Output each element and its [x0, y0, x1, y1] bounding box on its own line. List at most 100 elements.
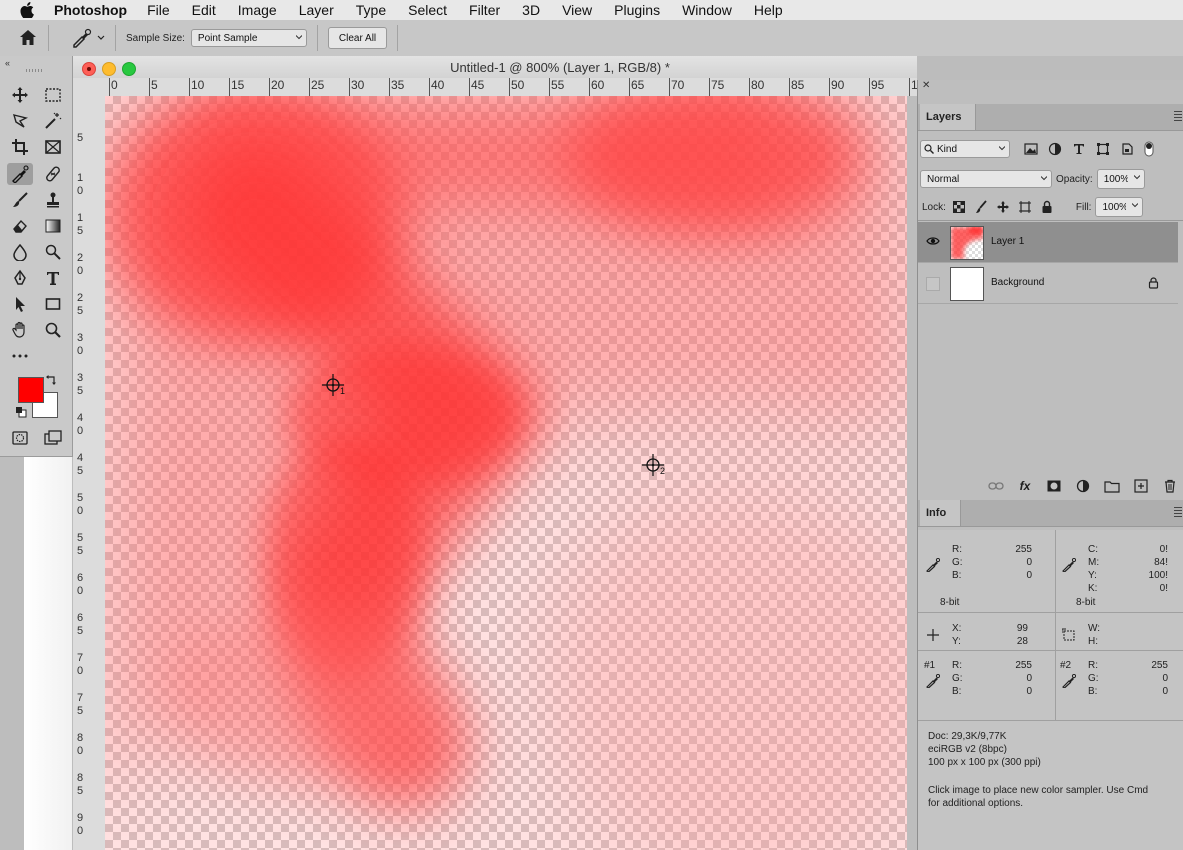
new-group-icon[interactable]	[1104, 478, 1120, 494]
menu-help[interactable]: Help	[754, 2, 783, 18]
sample-size-dropdown[interactable]: Point Sample	[190, 29, 307, 47]
swap-colors-icon[interactable]	[46, 374, 58, 386]
filter-pixel-icon[interactable]	[1024, 142, 1038, 156]
s2-g-value: 0	[1162, 673, 1168, 684]
layer-row-background[interactable]: Background	[918, 263, 1178, 304]
ruler-tick-label: 15	[75, 212, 85, 238]
panel-grip[interactable]	[26, 69, 44, 72]
layer-filter-dropdown[interactable]: Kind	[920, 140, 1010, 158]
eye-icon[interactable]	[926, 235, 940, 247]
rectangle-tool-icon[interactable]	[40, 293, 66, 315]
ruler-origin[interactable]	[73, 78, 106, 97]
lock-artboard-icon[interactable]	[1018, 200, 1032, 214]
opacity-label: Opacity:	[1056, 173, 1093, 185]
filter-shape-icon[interactable]	[1096, 142, 1110, 156]
filter-adjustment-icon[interactable]	[1048, 142, 1062, 156]
layer-1-name[interactable]: Layer 1	[991, 236, 1024, 247]
menu-photoshop[interactable]: Photoshop	[54, 2, 127, 18]
background-layer-name[interactable]: Background	[991, 277, 1044, 288]
blend-mode-dropdown[interactable]: Normal	[920, 170, 1052, 188]
foreground-color-swatch[interactable]	[18, 377, 44, 403]
panel-menu-icon[interactable]	[1174, 111, 1182, 121]
magic-wand-tool-icon[interactable]	[40, 110, 66, 132]
lock-position-icon[interactable]	[996, 200, 1010, 214]
dodge-tool-icon[interactable]	[40, 241, 66, 263]
filter-toggle-icon[interactable]	[1144, 141, 1154, 157]
collapse-panel-icon[interactable]: «	[5, 58, 10, 68]
menu-3d[interactable]: 3D	[522, 2, 540, 18]
ruler-tick-label: 45	[75, 452, 85, 478]
opacity-field[interactable]	[1096, 169, 1145, 189]
info-w-label: W:	[1088, 623, 1101, 634]
color-sampler-tool-icon[interactable]	[7, 163, 33, 185]
marquee-tool-icon[interactable]	[40, 84, 66, 106]
layer-mask-icon[interactable]	[1046, 478, 1062, 494]
image-canvas[interactable]: 1 2	[105, 96, 907, 850]
type-tool-icon[interactable]	[40, 267, 66, 289]
path-selection-tool-icon[interactable]	[7, 293, 33, 315]
default-colors-icon[interactable]	[15, 406, 27, 418]
ruler-tick-label: 10	[75, 172, 85, 198]
horizontal-ruler[interactable]: 0510152025303540455055606570758085909510…	[105, 78, 917, 97]
fill-field[interactable]	[1095, 197, 1144, 217]
home-icon[interactable]	[18, 28, 38, 48]
tab-info[interactable]: Info	[920, 500, 962, 526]
menu-type[interactable]: Type	[356, 2, 386, 18]
lock-image-pixels-icon[interactable]	[974, 200, 988, 214]
lock-transparent-pixels-icon[interactable]	[952, 200, 966, 214]
filter-type-icon[interactable]	[1072, 142, 1086, 156]
more-tools-icon[interactable]	[7, 345, 33, 367]
color-sampler-2[interactable]: 2	[640, 452, 666, 478]
frame-tool-icon[interactable]	[40, 136, 66, 158]
clone-stamp-tool-icon[interactable]	[40, 189, 66, 211]
menu-window[interactable]: Window	[682, 2, 732, 18]
sample-size-select[interactable]: Point Sample	[190, 29, 307, 47]
menu-plugins[interactable]: Plugins	[614, 2, 660, 18]
adjustment-layer-icon[interactable]	[1075, 478, 1091, 494]
menu-image[interactable]: Image	[238, 2, 277, 18]
clear-all-button[interactable]: Clear All	[327, 27, 388, 49]
gradient-tool-icon[interactable]	[40, 215, 66, 237]
crop-tool-icon[interactable]	[7, 136, 33, 158]
lock-all-icon[interactable]	[1040, 200, 1054, 214]
tool-preset-picker[interactable]	[71, 28, 105, 48]
move-tool-icon[interactable]	[7, 84, 33, 106]
fx-icon[interactable]: fx	[1017, 478, 1033, 494]
info-r-value: 255	[1015, 544, 1032, 555]
fill-input[interactable]	[1095, 197, 1144, 217]
ruler-tick-label: 25	[75, 292, 85, 318]
delete-layer-icon[interactable]	[1162, 478, 1178, 494]
hand-tool-icon[interactable]	[7, 319, 33, 341]
menu-layer[interactable]: Layer	[299, 2, 334, 18]
opacity-input[interactable]	[1096, 169, 1145, 189]
blur-tool-icon[interactable]	[7, 241, 33, 263]
new-layer-icon[interactable]	[1133, 478, 1149, 494]
eraser-tool-icon[interactable]	[7, 215, 33, 237]
quick-mask-icon[interactable]	[7, 427, 33, 449]
visibility-toggle[interactable]	[926, 277, 940, 291]
layer-row-layer-1[interactable]: Layer 1	[918, 222, 1178, 263]
apple-icon[interactable]	[20, 2, 34, 18]
blend-mode-select[interactable]: Normal	[920, 170, 1052, 188]
lock-icon[interactable]	[1148, 277, 1159, 289]
brush-tool-icon[interactable]	[7, 189, 33, 211]
ruler-tick-label: 80	[75, 732, 85, 758]
vertical-ruler[interactable]: 51015202530354045505560657075808590	[73, 96, 106, 850]
menu-edit[interactable]: Edit	[192, 2, 216, 18]
menu-filter[interactable]: Filter	[469, 2, 500, 18]
filter-smart-object-icon[interactable]	[1120, 142, 1134, 156]
tab-layers[interactable]: Layers	[920, 104, 977, 130]
close-panels-icon[interactable]: ✕	[922, 80, 930, 91]
healing-brush-tool-icon[interactable]	[40, 163, 66, 185]
menu-select[interactable]: Select	[408, 2, 447, 18]
screen-mode-icon[interactable]	[40, 427, 66, 449]
document-title-bar[interactable]: Untitled-1 @ 800% (Layer 1, RGB/8) *	[73, 56, 917, 79]
link-layers-icon[interactable]	[988, 478, 1004, 494]
color-sampler-1[interactable]: 1	[320, 372, 346, 398]
lasso-tool-icon[interactable]	[7, 110, 33, 132]
menu-file[interactable]: File	[147, 2, 170, 18]
menu-view[interactable]: View	[562, 2, 592, 18]
pen-tool-icon[interactable]	[7, 267, 33, 289]
zoom-tool-icon[interactable]	[40, 319, 66, 341]
panel-menu-icon[interactable]	[1174, 507, 1182, 517]
